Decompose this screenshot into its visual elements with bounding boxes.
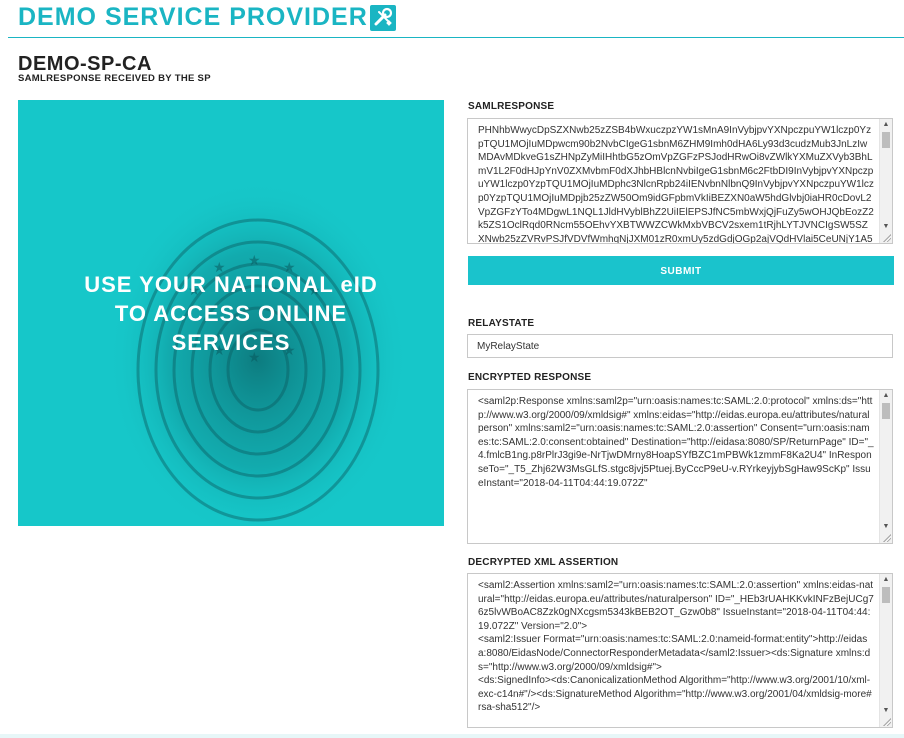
page-subtitle: SAMLRESPONSE RECEIVED BY THE SP xyxy=(18,73,211,84)
encrypted-response-value: <saml2p:Response xmlns:saml2p="urn:oasis… xyxy=(478,396,874,489)
scroll-down-icon[interactable]: ▼ xyxy=(880,221,892,233)
scroll-thumb[interactable] xyxy=(882,403,890,419)
eid-hero-image: ★ ★ ★ ★ ★ ★ ★ ★ USE YOUR NATIONAL eID TO… xyxy=(18,100,444,526)
relaystate-input[interactable] xyxy=(467,334,893,358)
tools-icon xyxy=(370,5,396,31)
footer-band xyxy=(0,734,904,738)
hero-line: USE YOUR NATIONAL eID xyxy=(84,272,378,297)
scroll-up-icon[interactable]: ▲ xyxy=(880,574,892,586)
scroll-up-icon[interactable]: ▲ xyxy=(880,119,892,131)
encrypted-response-textarea[interactable]: <saml2p:Response xmlns:saml2p="urn:oasis… xyxy=(467,389,893,544)
encrypted-response-scrollbar[interactable]: ▲ ▼ xyxy=(879,390,892,543)
decrypted-assertion-textarea[interactable]: <saml2:Assertion xmlns:saml2="urn:oasis:… xyxy=(467,573,893,728)
samlresponse-value: PHNhbWwycDpSZXNwb25zZSB4bWxuczpzYW1sMnA9… xyxy=(478,125,874,243)
header: DEMO SERVICE PROVIDER xyxy=(0,0,904,38)
samlresponse-label: SAMLRESPONSE xyxy=(468,101,555,112)
decrypted-assertion-scrollbar[interactable]: ▲ ▼ xyxy=(879,574,892,727)
relaystate-label: RELAYSTATE xyxy=(468,318,535,329)
scroll-up-icon[interactable]: ▲ xyxy=(880,390,892,402)
submit-button[interactable]: SUBMIT xyxy=(468,256,894,285)
resize-grip-icon[interactable] xyxy=(882,233,891,242)
resize-grip-icon[interactable] xyxy=(882,717,891,726)
brand-title: DEMO SERVICE PROVIDER xyxy=(18,3,368,31)
hero-line: SERVICES xyxy=(171,330,291,355)
encrypted-response-label: ENCRYPTED RESPONSE xyxy=(468,372,592,383)
scroll-down-icon[interactable]: ▼ xyxy=(880,705,892,717)
scroll-thumb[interactable] xyxy=(882,587,890,603)
scroll-thumb[interactable] xyxy=(882,132,890,148)
hero-line: TO ACCESS ONLINE xyxy=(114,301,348,326)
svg-text:★: ★ xyxy=(248,253,261,269)
decrypted-assertion-label: DECRYPTED XML ASSERTION xyxy=(468,557,619,568)
samlresponse-scrollbar[interactable]: ▲ ▼ xyxy=(879,119,892,243)
resize-grip-icon[interactable] xyxy=(882,533,891,542)
decrypted-assertion-value: <saml2:Assertion xmlns:saml2="urn:oasis:… xyxy=(478,580,874,714)
samlresponse-textarea[interactable]: PHNhbWwycDpSZXNwb25zZSB4bWxuczpzYW1sMnA9… xyxy=(467,118,893,244)
hero-headline: USE YOUR NATIONAL eID TO ACCESS ONLINE S… xyxy=(18,270,444,357)
scroll-down-icon[interactable]: ▼ xyxy=(880,521,892,533)
header-divider xyxy=(8,37,904,38)
